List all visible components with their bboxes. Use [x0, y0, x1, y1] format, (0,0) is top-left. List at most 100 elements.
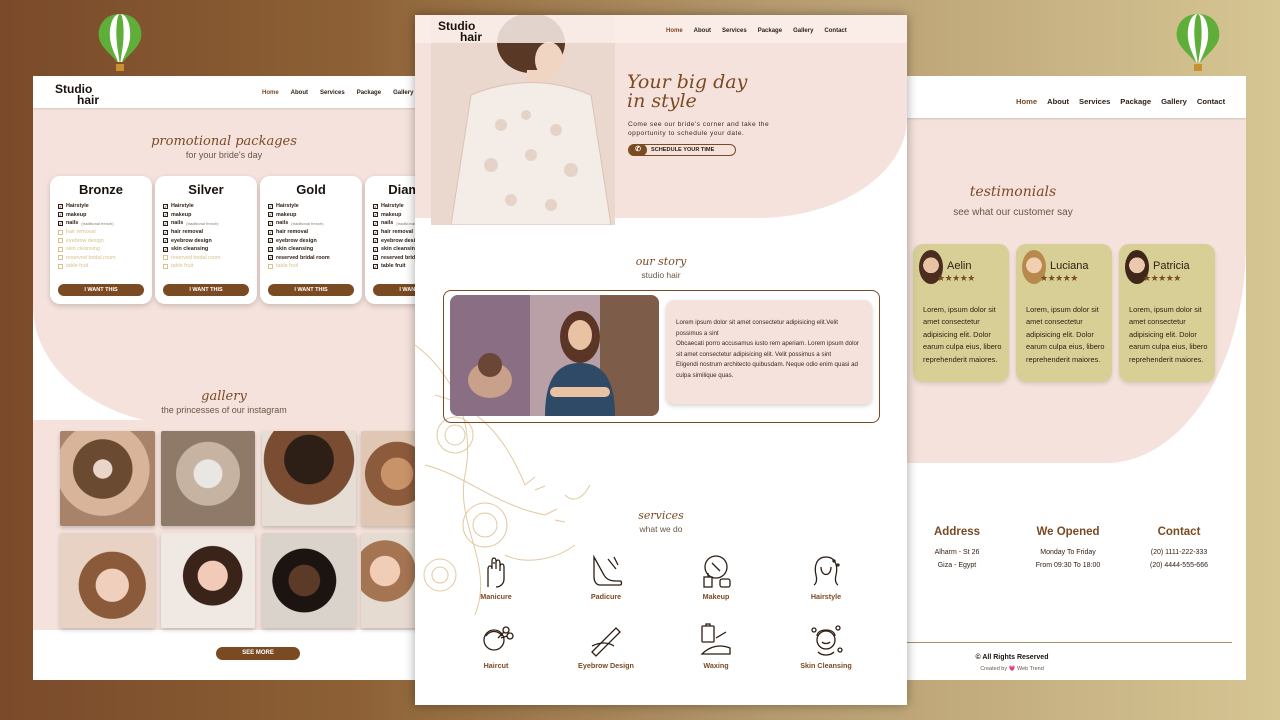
checkbox-empty-icon: [58, 255, 63, 261]
checkbox-checked-icon: ✓: [58, 212, 63, 218]
checkbox-checked-icon: ✓: [268, 229, 273, 235]
nav-gallery[interactable]: Gallery: [393, 90, 413, 96]
eyebrow-icon: [591, 627, 621, 657]
nav-services[interactable]: Services: [320, 90, 345, 96]
package-feature: ✓ skin cleansing: [268, 246, 314, 253]
checkbox-empty-icon: [58, 263, 63, 269]
makeup-icon: [703, 555, 731, 588]
package-feature: reserved bridal room: [163, 254, 249, 263]
checkbox-checked-icon: ✓: [268, 255, 273, 261]
service-makeup[interactable]: Makeup: [661, 553, 771, 601]
gallery-photo-8[interactable]: [361, 533, 415, 628]
package-feature: ✓nails(traditional french): [58, 220, 114, 227]
nav-services[interactable]: Services: [722, 28, 747, 34]
credit: Created by 💗 Web Trend: [980, 666, 1044, 672]
package-card: Gold ✓ Hairstyle ✓ makeup ✓ nails (traditional …: [260, 176, 362, 304]
service-skin-cleansing[interactable]: Skin Cleansing: [771, 622, 881, 670]
gallery-title: gallery: [201, 389, 247, 404]
package-feature: ✓ makeup: [268, 211, 297, 218]
service-hairstyle[interactable]: Hairstyle: [771, 553, 881, 601]
packages-subtitle: for your bride's day: [185, 150, 263, 160]
testimonial-card: Aelin ★★★★★ Lorem, ipsum dolor sit amet …: [913, 244, 1009, 382]
site-header: Home About Services Package Gallery Cont…: [907, 76, 1246, 118]
package-name: Gold: [296, 182, 326, 197]
nav-contact[interactable]: Contact: [824, 28, 846, 34]
testimonial-name: Luciana: [1050, 260, 1089, 272]
package-feature: ✓ hair removal: [268, 229, 309, 236]
service-eyebrow-design[interactable]: Eyebrow Design: [551, 622, 661, 670]
copyright: © All Rights Reserved: [975, 654, 1049, 661]
package-feature: ✓nails(traditional french): [373, 220, 415, 227]
checkbox-checked-icon: ✓: [163, 246, 168, 252]
hot-air-balloon-icon: [1173, 12, 1223, 74]
nav-gallery[interactable]: Gallery: [1161, 97, 1187, 106]
checkbox-checked-icon: ✓: [163, 203, 168, 209]
checkbox-checked-icon: ✓: [163, 238, 168, 244]
checkbox-checked-icon: ✓: [373, 203, 378, 209]
checkbox-checked-icon: ✓: [268, 203, 273, 209]
package-feature: ✓reserved bridal room: [268, 254, 330, 261]
package-feature: reserved bridal room: [58, 254, 144, 263]
gallery-photo-7[interactable]: [262, 533, 356, 628]
gallery-subtitle: the princesses of our instagram: [161, 405, 287, 415]
rating-stars: ★★★★★: [1040, 274, 1078, 284]
checkbox-checked-icon: ✓: [163, 212, 168, 218]
footer-phone[interactable]: (20) 4444-555-666: [1129, 559, 1229, 572]
nav-home[interactable]: Home: [1016, 97, 1037, 106]
checkbox-checked-icon: ✓: [58, 203, 63, 209]
package-feature: ✓nails(traditional french): [268, 220, 324, 227]
i-want-this-button[interactable]: I WANT THIS: [163, 284, 249, 296]
package-name: Silver: [188, 182, 224, 197]
i-want-this-button[interactable]: I WANT THIS: [58, 284, 144, 296]
service-pedicure[interactable]: Padicure: [551, 553, 661, 601]
skin-cleansing-icon: [811, 625, 843, 656]
package-feature: table fruit: [58, 262, 144, 271]
schedule-button[interactable]: ✆ SCHEDULE YOUR TIME: [628, 144, 736, 156]
package-feature: ✓ hair removal: [163, 229, 204, 236]
hairstyle-icon: [813, 556, 840, 586]
gallery-photo-1[interactable]: [60, 431, 155, 526]
nav-home[interactable]: Home: [666, 28, 683, 34]
gallery-photo-6[interactable]: [161, 533, 255, 628]
testimonials-subtitle: see what our customer say: [953, 207, 1073, 218]
logo[interactable]: Studio hair: [438, 20, 482, 43]
nav-package[interactable]: Package: [1120, 97, 1151, 106]
nav-package[interactable]: Package: [357, 90, 381, 96]
gallery-photo-3[interactable]: [262, 431, 356, 526]
footer-heading: Contact: [1157, 526, 1201, 538]
checkbox-empty-icon: [163, 255, 168, 261]
nav-package[interactable]: Package: [758, 28, 782, 34]
gallery-photo-5[interactable]: [60, 533, 155, 628]
nav-contact[interactable]: Contact: [1197, 97, 1225, 106]
checkbox-empty-icon: [58, 238, 63, 244]
nav-about[interactable]: About: [1047, 97, 1069, 106]
gallery-photo-2[interactable]: [161, 431, 255, 526]
i-want-this-button[interactable]: I WANT THIS: [268, 284, 354, 296]
see-more-button[interactable]: SEE MORE: [216, 647, 300, 660]
logo[interactable]: Studio hair: [55, 83, 99, 106]
package-feature: ✓ Hairstyle: [268, 203, 299, 210]
checkbox-checked-icon: ✓: [373, 220, 378, 226]
footer-phone[interactable]: (20) 1111-222-333: [1129, 546, 1229, 559]
checkbox-empty-icon: [163, 263, 168, 269]
i-want-this-button[interactable]: I WANT THIS: [373, 284, 415, 296]
package-feature: ✓eyebrow design: [163, 237, 212, 244]
nav-about[interactable]: About: [291, 90, 308, 96]
waxing-icon: [700, 623, 731, 655]
nav-about[interactable]: About: [694, 28, 711, 34]
main-nav: Home About Services Package Gallery Cont…: [666, 28, 847, 34]
package-feature: hair removal: [58, 228, 144, 237]
service-haircut[interactable]: Haircut: [441, 622, 551, 670]
service-waxing[interactable]: Waxing: [661, 622, 771, 670]
checkbox-checked-icon: ✓: [268, 212, 273, 218]
package-feature: ✓ Hairstyle: [373, 203, 404, 210]
nav-home[interactable]: Home: [262, 90, 279, 96]
packages-title: promotional packages: [151, 134, 297, 149]
testimonials-footer-page: Home About Services Package Gallery Cont…: [907, 76, 1246, 680]
package-feature: ✓ hair removal: [373, 229, 414, 236]
service-manicure[interactable]: Manicure: [441, 553, 551, 601]
gallery-photo-4[interactable]: [361, 431, 415, 526]
nav-gallery[interactable]: Gallery: [793, 28, 813, 34]
nav-services[interactable]: Services: [1079, 97, 1110, 106]
packages-gallery-page: Studio hair Home About Services Package G…: [33, 76, 415, 680]
